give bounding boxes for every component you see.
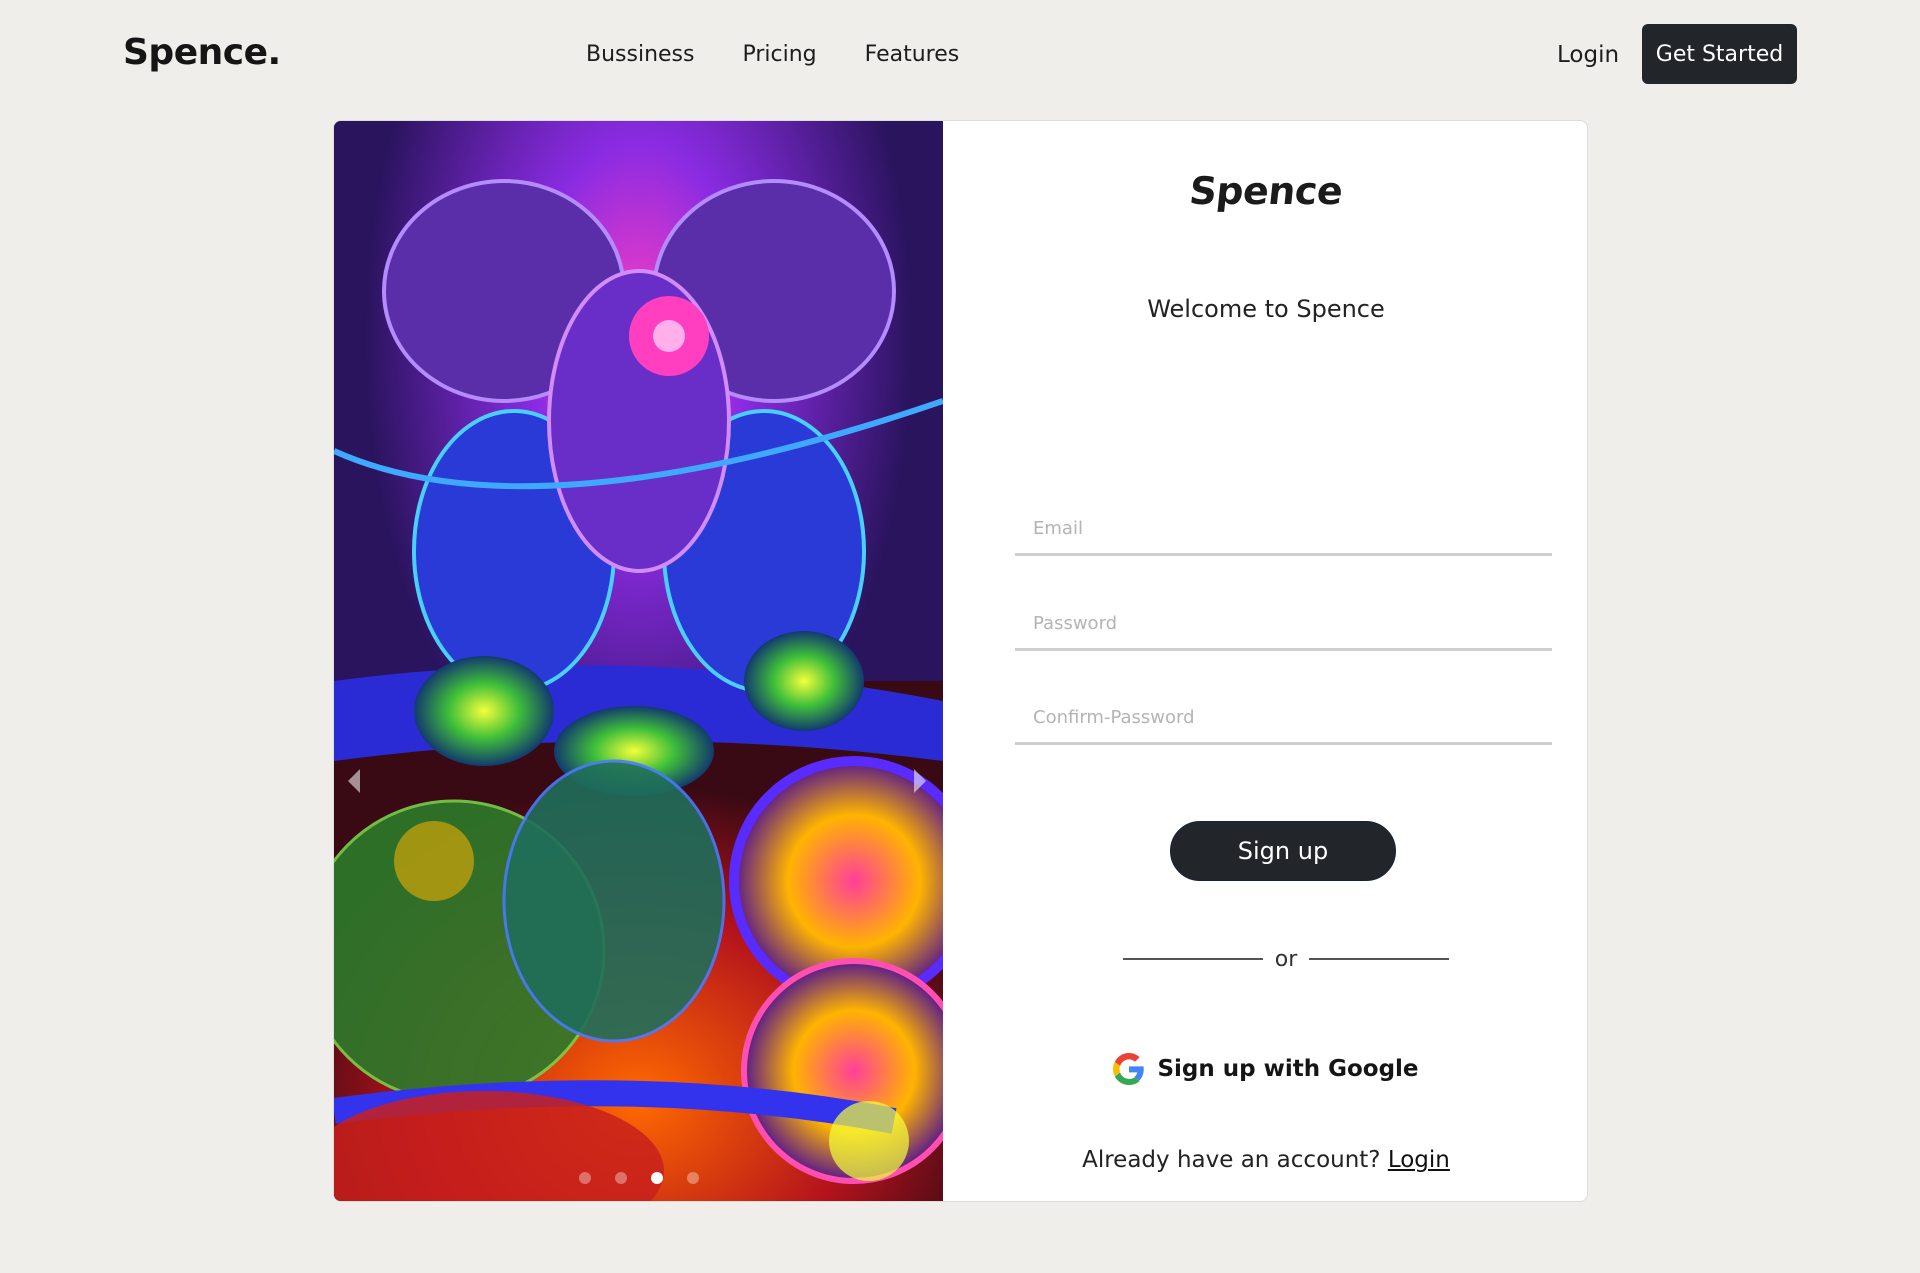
google-signup-label: Sign up with Google: [1157, 1056, 1419, 1082]
brand-logo[interactable]: Spence.: [123, 32, 281, 73]
login-link[interactable]: Login: [1388, 1147, 1450, 1173]
or-divider: or: [1123, 944, 1449, 974]
login-prompt-text: Already have an account?: [1082, 1147, 1381, 1173]
password-field[interactable]: [1015, 599, 1552, 651]
divider-line: [1308, 958, 1449, 960]
fractal-art-image: [334, 121, 943, 1201]
divider-text: or: [1274, 946, 1298, 972]
signup-form: Spence Welcome to Spence Sign up or Sign…: [943, 121, 1587, 1201]
confirm-password-field[interactable]: [1015, 693, 1552, 745]
nav-link-bussiness[interactable]: Bussiness: [586, 42, 694, 67]
signup-button[interactable]: Sign up: [1170, 821, 1396, 881]
get-started-button[interactable]: Get Started: [1642, 24, 1797, 84]
carousel-next-icon[interactable]: [914, 769, 926, 793]
google-icon: [1113, 1053, 1145, 1085]
nav-link-features[interactable]: Features: [865, 42, 960, 67]
nav-login-link[interactable]: Login: [1557, 42, 1619, 68]
nav-link-pricing[interactable]: Pricing: [742, 42, 816, 67]
carousel-indicators: [579, 1172, 699, 1184]
carousel-indicator[interactable]: [579, 1172, 591, 1184]
email-field[interactable]: [1015, 504, 1552, 556]
google-signup-button[interactable]: Sign up with Google: [943, 1049, 1587, 1089]
divider-line: [1123, 958, 1263, 960]
carousel-indicator[interactable]: [687, 1172, 699, 1184]
carousel-prev-icon[interactable]: [348, 769, 360, 793]
image-carousel: [334, 121, 943, 1201]
signup-card: Spence Welcome to Spence Sign up or Sign…: [333, 120, 1588, 1202]
top-navbar: Spence. Bussiness Pricing Features Login…: [0, 0, 1920, 110]
welcome-heading: Welcome to Spence: [1147, 295, 1385, 323]
nav-links: Bussiness Pricing Features: [586, 42, 959, 67]
carousel-indicator[interactable]: [615, 1172, 627, 1184]
carousel-indicator-active[interactable]: [651, 1172, 663, 1184]
form-logo: Spence: [1187, 169, 1345, 213]
login-prompt: Already have an account? Login: [943, 1147, 1587, 1173]
